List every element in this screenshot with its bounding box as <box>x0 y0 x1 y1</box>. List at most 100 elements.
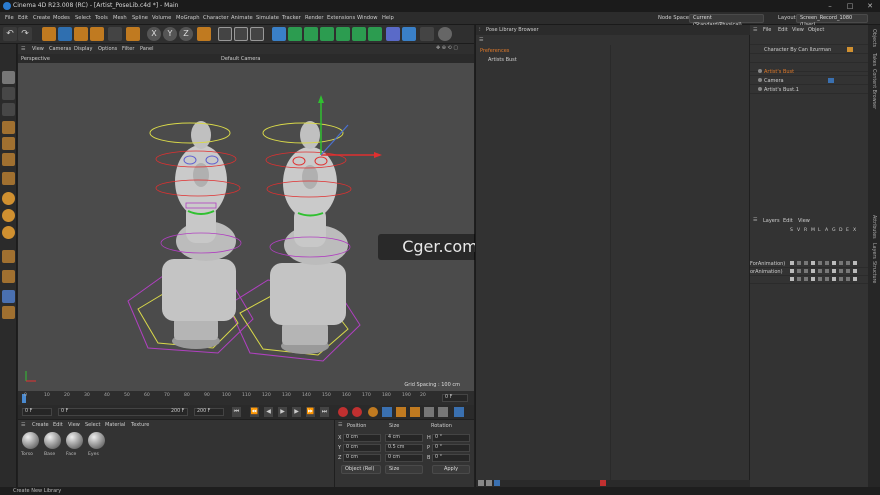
menu-extensions[interactable]: Extensions <box>327 15 355 21</box>
material-swatch[interactable] <box>88 432 105 449</box>
render-view-icon[interactable] <box>218 27 232 41</box>
layer-toggle-icon[interactable] <box>818 269 822 273</box>
x-axis-icon[interactable]: X <box>147 27 161 41</box>
viewport-menu-icon[interactable]: ☰ <box>21 46 25 52</box>
viewport-3d[interactable]: Grid Spacing : 100 cm <box>18 63 474 391</box>
camera-tag-icon[interactable] <box>828 78 834 83</box>
tab-takes[interactable]: Takes <box>871 53 876 66</box>
autokey-icon[interactable] <box>352 407 362 417</box>
menu-volume[interactable]: Volume <box>152 15 171 21</box>
material-swatch[interactable] <box>44 432 61 449</box>
layer-menu-edit[interactable]: Edit <box>783 218 793 224</box>
menu-edit[interactable]: Edit <box>18 15 28 21</box>
workplane-icon[interactable] <box>2 226 15 239</box>
solo-icon[interactable] <box>2 270 15 283</box>
object-row-null[interactable] <box>750 36 868 45</box>
layer-toggle-icon[interactable] <box>853 277 857 281</box>
panel-grip-icon[interactable]: ⁝ <box>479 27 481 33</box>
object-row-null[interactable] <box>750 54 868 63</box>
object-row[interactable]: Camera <box>750 76 868 85</box>
previous-key-icon[interactable]: ⏪ <box>250 407 259 417</box>
delete-pose-icon[interactable] <box>600 480 606 486</box>
viewport-menu-options[interactable]: Options <box>98 46 117 52</box>
layer-toggle-icon[interactable] <box>797 277 801 281</box>
layer-row[interactable] <box>750 275 868 284</box>
layer-toggle-icon[interactable] <box>839 261 843 265</box>
close-icon[interactable]: ✕ <box>860 0 880 12</box>
viewport-menu-panel[interactable]: Panel <box>140 46 154 52</box>
grid-icon[interactable] <box>2 290 15 303</box>
layer-toggle-icon[interactable] <box>846 277 850 281</box>
viewport-nav-icons[interactable]: ✥ ⊕ ⟲ ▢ <box>436 45 458 51</box>
render-picture-viewer-icon[interactable] <box>234 27 248 41</box>
recent-tools-icon[interactable] <box>108 27 122 41</box>
floor-icon[interactable] <box>402 27 416 41</box>
layout-select[interactable]: Screen_Record_1080 (User) <box>796 14 868 28</box>
menu-spline[interactable]: Spline <box>132 15 148 21</box>
keyframe-selection-icon[interactable] <box>368 407 378 417</box>
menu-create[interactable]: Create <box>33 15 50 21</box>
tab-layers[interactable]: Layers <box>871 243 876 259</box>
object-visibility-dot[interactable] <box>758 78 762 82</box>
scale-tool-icon[interactable] <box>74 27 88 41</box>
min-frame-field[interactable]: 0 F <box>58 408 188 416</box>
menu-select[interactable]: Select <box>75 15 91 21</box>
next-frame-icon[interactable]: ▶ <box>292 407 301 417</box>
maximize-icon[interactable]: □ <box>840 0 860 12</box>
layer-toggle-icon[interactable] <box>804 269 808 273</box>
play-icon[interactable]: ▶ <box>278 407 287 417</box>
deformer-icon[interactable] <box>368 27 382 41</box>
menu-window[interactable]: Window <box>357 15 377 21</box>
pose-library-menu-icon[interactable]: ☰ <box>479 37 483 43</box>
layer-toggle-icon[interactable] <box>811 261 815 265</box>
layer-toggle-icon[interactable] <box>790 269 794 273</box>
viewport-menu-display[interactable]: Display <box>74 46 92 52</box>
viewport-menu-cameras[interactable]: Cameras <box>49 46 71 52</box>
layer-toggle-icon[interactable] <box>825 277 829 281</box>
object-visibility-dot[interactable] <box>758 87 762 91</box>
object-menu-icon[interactable]: ☰ <box>753 27 757 33</box>
layer-toggle-icon[interactable] <box>804 277 808 281</box>
coordinates-menu-icon[interactable]: ☰ <box>338 422 342 428</box>
material-swatch[interactable] <box>22 432 39 449</box>
pose-info-icon[interactable] <box>494 480 500 486</box>
cloner-icon[interactable] <box>320 27 334 41</box>
y-axis-icon[interactable]: Y <box>163 27 177 41</box>
object-menu-file[interactable]: File <box>763 27 771 33</box>
object-menu-view[interactable]: View <box>792 27 804 33</box>
coordinate-system-icon[interactable] <box>126 27 140 41</box>
character-tag-icon[interactable] <box>847 47 853 52</box>
layer-toggle-icon[interactable] <box>797 261 801 265</box>
scheme-icon[interactable] <box>454 407 464 417</box>
volume-builder-icon[interactable] <box>336 27 350 41</box>
tree-item-artists-bust[interactable]: Artists Bust <box>488 57 517 63</box>
tab-content-browser[interactable]: Content Browser <box>871 69 876 109</box>
layer-menu-icon[interactable]: ☰ <box>753 217 757 223</box>
material-menu-edit[interactable]: Edit <box>53 422 63 428</box>
material-swatch[interactable] <box>66 432 83 449</box>
edges-mode-icon[interactable] <box>2 137 15 150</box>
layer-toggle-icon[interactable] <box>825 269 829 273</box>
layer-toggle-icon[interactable] <box>811 277 815 281</box>
menu-tracker[interactable]: Tracker <box>282 15 301 21</box>
end-frame-field[interactable]: 200 F <box>194 408 224 416</box>
key-pla-icon[interactable] <box>438 407 448 417</box>
next-key-icon[interactable]: ⏩ <box>306 407 315 417</box>
previous-frame-icon[interactable]: ◀ <box>264 407 273 417</box>
object-visibility-dot[interactable] <box>758 69 762 73</box>
mograph-icon[interactable] <box>352 27 366 41</box>
layer-toggle-icon[interactable] <box>811 269 815 273</box>
record-icon[interactable] <box>338 407 348 417</box>
layer-toggle-icon[interactable] <box>818 277 822 281</box>
field-icon[interactable] <box>386 27 400 41</box>
menu-render[interactable]: Render <box>305 15 323 21</box>
subdivision-surface-icon[interactable] <box>304 27 318 41</box>
viewport-menu-view[interactable]: View <box>32 46 44 52</box>
minimize-icon[interactable]: – <box>820 0 840 12</box>
layer-toggle-icon[interactable] <box>839 269 843 273</box>
rotation-h-field[interactable]: 0 ° <box>432 434 470 442</box>
menu-modes[interactable]: Modes <box>53 15 70 21</box>
redo-icon[interactable]: ↷ <box>18 27 32 41</box>
layer-toggle-icon[interactable] <box>839 277 843 281</box>
coordinate-mode-select[interactable]: Object (Rel) <box>341 465 381 474</box>
